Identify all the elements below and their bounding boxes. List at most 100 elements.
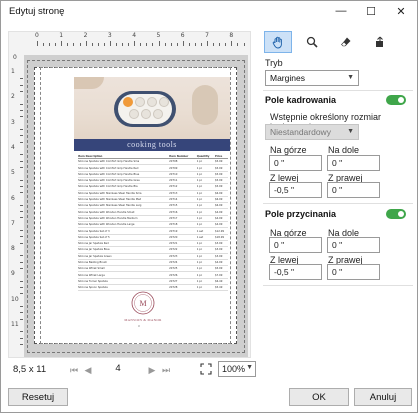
ruler-tick: [73, 43, 75, 46]
ruler-tick: [61, 41, 63, 46]
ruler-tick-label: 3: [11, 118, 15, 126]
ruler-tick: [20, 78, 23, 80]
eraser-tool-button[interactable]: [332, 31, 360, 53]
bowl-image: [192, 85, 218, 125]
ruler-tick: [20, 343, 23, 345]
ruler-tick: [20, 230, 23, 232]
ruler-tick-label: 1: [11, 68, 15, 75]
tool-bar: [264, 31, 410, 53]
trim-box-toggle[interactable]: [386, 209, 406, 219]
product-table: Item Description Item Number Quantity Price…: [78, 154, 228, 292]
eraser-icon: [341, 37, 351, 47]
title-bar: Edytuj stronę — ☐ ✕: [1, 1, 417, 23]
ruler-tick: [37, 41, 38, 46]
hand-tool-button[interactable]: [264, 31, 292, 53]
table-cell: 20728: [169, 284, 197, 292]
reset-button[interactable]: Resetuj: [8, 388, 68, 406]
egg-cup: [135, 97, 145, 107]
ruler-tick: [176, 43, 178, 46]
ruler-tick: [219, 43, 221, 46]
ruler-tick: [20, 312, 23, 314]
ruler-tick: [207, 41, 209, 46]
ruler-tick: [188, 43, 190, 46]
magnifier-icon: [306, 36, 318, 48]
egg-cup: [147, 97, 157, 107]
ruler-tick: [20, 141, 23, 143]
ruler-tick: [201, 43, 203, 46]
crop-left-input[interactable]: -0,5 ": [269, 182, 322, 198]
previous-page-button[interactable]: ◀: [82, 363, 94, 377]
ruler-tick-label: 1: [59, 32, 64, 39]
ruler-tick: [115, 43, 117, 46]
crop-bottom-input[interactable]: 0 ": [327, 155, 380, 171]
trim-top-input[interactable]: 0 ": [269, 237, 322, 253]
page-footer-number: 3: [138, 324, 140, 328]
ruler-tick: [109, 41, 111, 46]
hand-icon: [272, 36, 282, 48]
crop-box-toggle[interactable]: [386, 95, 406, 105]
crop-bottom-label: Na dole: [328, 145, 360, 155]
ruler-tick: [134, 41, 136, 46]
window-title: Edytuj stronę: [9, 6, 65, 17]
ruler-tick: [20, 236, 23, 238]
divider: [263, 90, 413, 91]
ruler-tick: [79, 43, 81, 46]
ruler-tick-label: 6: [180, 32, 185, 39]
ruler-tick: [20, 331, 23, 333]
close-button[interactable]: ✕: [387, 2, 415, 20]
first-page-button[interactable]: ⏮: [68, 363, 80, 377]
cancel-button[interactable]: Anuluj: [354, 388, 412, 406]
crop-right-input[interactable]: 0 ": [327, 182, 380, 198]
egg-cup: [141, 109, 151, 119]
ruler-tick: [152, 43, 154, 46]
trim-right-input[interactable]: 0 ": [327, 264, 380, 280]
navigation-bar: 8,5 x 11 ⏮ ◀ 4 ▶ ⏭ 100% ▼: [8, 359, 256, 381]
ok-button[interactable]: OK: [289, 388, 349, 406]
zoom-select[interactable]: 100% ▼: [218, 361, 256, 377]
ruler-tick-label: 9: [11, 270, 15, 278]
ruler-tick: [225, 43, 227, 46]
banner-title: cooking tools: [74, 139, 230, 151]
ruler-tick: [20, 268, 23, 270]
page-preview[interactable]: 0 1 2 3 4 5 6 7 8 0 1 2 3 4 5 6 7 8 9 10 11 cooking tools: [8, 31, 251, 358]
zoom-tool-button[interactable]: [298, 31, 326, 53]
maximize-icon: ☐: [366, 5, 376, 18]
ruler-tick: [55, 43, 57, 46]
ruler-tick: [194, 43, 196, 46]
ruler-tick-label: 4: [11, 143, 15, 151]
ruler-tick: [67, 43, 69, 46]
last-page-button[interactable]: ⏭: [160, 363, 172, 377]
trim-bottom-input[interactable]: 0 ": [327, 237, 380, 253]
ruler-tick: [20, 179, 23, 181]
page-number-input[interactable]: 4: [108, 363, 128, 374]
ruler-tick: [20, 255, 23, 257]
minimize-button[interactable]: —: [327, 2, 355, 20]
last-page-icon: ⏭: [161, 364, 171, 375]
ruler-tick: [170, 43, 172, 46]
crop-top-input[interactable]: 0 ": [269, 155, 322, 171]
ruler-tick: [20, 192, 23, 194]
ruler-tick: [20, 116, 23, 118]
ruler-tick: [237, 43, 239, 46]
ruler-tick-label: 5: [156, 32, 161, 39]
mode-select[interactable]: Margines ▼: [265, 70, 359, 86]
ruler-tick: [20, 211, 23, 213]
trim-left-input[interactable]: -0,5 ": [269, 264, 322, 280]
ruler-tick: [20, 287, 23, 289]
fit-page-icon[interactable]: [200, 363, 212, 375]
ruler-tick: [20, 318, 23, 320]
ruler-tick: [20, 160, 23, 162]
ruler-tick: [20, 166, 23, 168]
next-page-button[interactable]: ▶: [146, 363, 158, 377]
ruler-tick: [20, 293, 23, 295]
ruler-tick-label: 11: [11, 321, 19, 328]
ruler-tick: [20, 103, 23, 105]
crop-tool-button[interactable]: [366, 31, 394, 53]
maximize-button[interactable]: ☐: [357, 2, 385, 20]
ruler-tick: [20, 217, 23, 219]
ruler-tick: [20, 261, 23, 263]
preset-size-select[interactable]: Niestandardowy ▼: [265, 124, 359, 140]
ruler-tick: [103, 43, 105, 46]
table-cell: $5.49: [214, 284, 228, 292]
ruler-tick-label: 2: [83, 32, 88, 39]
